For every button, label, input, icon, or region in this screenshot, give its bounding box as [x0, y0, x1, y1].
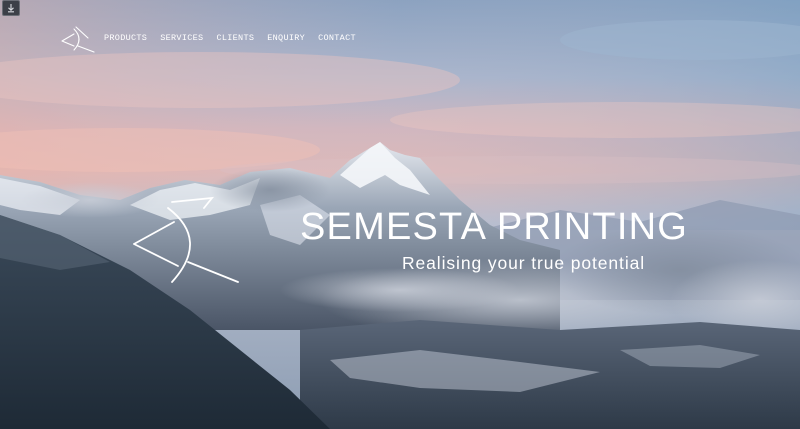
- nav-item-contact[interactable]: CONTACT: [318, 33, 356, 43]
- nav-item-clients[interactable]: CLIENTS: [216, 33, 254, 43]
- nav-item-enquiry[interactable]: ENQUIRY: [267, 33, 305, 43]
- download-button[interactable]: [2, 0, 20, 16]
- semesta-hero-logo-icon: [133, 196, 239, 283]
- main-nav: PRODUCTS SERVICES CLIENTS ENQUIRY CONTAC…: [104, 33, 369, 43]
- brand-title: SEMESTA PRINTING: [300, 206, 688, 248]
- nav-item-products[interactable]: PRODUCTS: [104, 33, 147, 43]
- semesta-logo-icon[interactable]: [60, 24, 96, 54]
- download-icon: [8, 4, 14, 13]
- brand-tagline: Realising your true potential: [402, 253, 646, 273]
- hero-section: PRODUCTS SERVICES CLIENTS ENQUIRY CONTAC…: [0, 0, 800, 429]
- nav-item-services[interactable]: SERVICES: [160, 33, 203, 43]
